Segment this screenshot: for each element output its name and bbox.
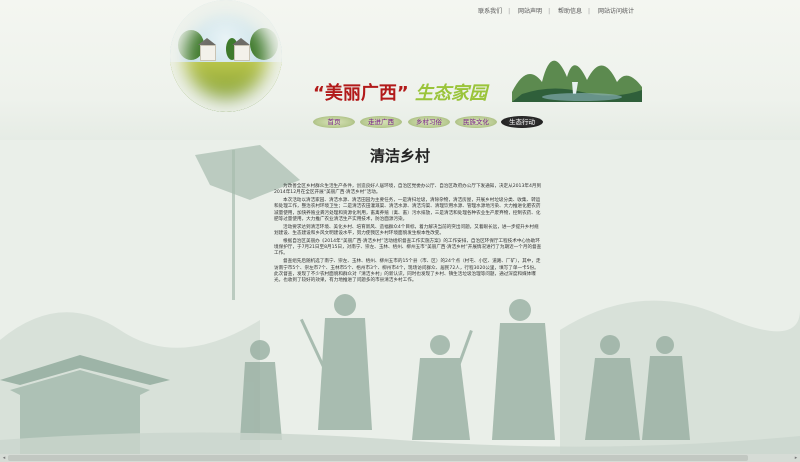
article-paragraph: 活动要求达到清洁环境、美化乡村、培育新风、造福群众4个目标，着力解决当前的突出问… bbox=[274, 224, 539, 237]
article-paragraph: 根据自治区美丽办《2014年“美丽广西·清洁乡村”活动组织督查工作实施方案》的工… bbox=[274, 238, 542, 257]
nav-item-guangxi[interactable]: 走进广西 bbox=[360, 116, 402, 128]
banner-title: “美丽广西” 生态家园 bbox=[313, 79, 487, 105]
site-stats-link[interactable]: 网站访问统计 bbox=[598, 8, 634, 15]
page-title: 清洁乡村 bbox=[369, 147, 430, 165]
article-paragraph: 本次活动以清洁家园、清洁水源、清洁田园为主要任务，一是清扫垃圾，清除杂物，清洁房… bbox=[274, 198, 541, 222]
help-info-link[interactable]: 帮助信息 bbox=[558, 8, 582, 15]
scroll-right-icon[interactable]: ▸ bbox=[792, 455, 800, 461]
contact-us-link[interactable]: 联系我们 bbox=[478, 8, 502, 15]
banner-title-quoted: “美丽广西” bbox=[313, 83, 409, 104]
article-paragraph: 督查组先后随机选了南宁、崇左、玉林、梧州、柳州五市的15个县（市、区）的24个点… bbox=[274, 259, 541, 284]
article-body: 为改善全区乡村群众生活生产条件，创造良好人居环境，自治区党委办公厅、自治区政府办… bbox=[274, 184, 542, 286]
scroll-left-icon[interactable]: ◂ bbox=[0, 455, 8, 461]
site-statement-link[interactable]: 网站声明 bbox=[518, 8, 542, 15]
nav-item-home[interactable]: 首页 bbox=[313, 116, 355, 128]
nav-item-customs[interactable]: 乡村习俗 bbox=[408, 116, 450, 128]
top-links-bar: 联系我们 | 网站声明 | 帮助信息 | 网站访问统计 bbox=[478, 8, 634, 15]
flagpole-shape bbox=[232, 150, 235, 300]
banner-title-green: 生态家园 bbox=[414, 83, 487, 104]
scrollbar-thumb[interactable] bbox=[8, 455, 748, 461]
nav-item-culture[interactable]: 民族文化 bbox=[455, 116, 497, 128]
village-photo bbox=[170, 0, 282, 112]
nav-item-eco-action[interactable]: 生态行动 bbox=[501, 116, 543, 128]
article-paragraph: 为改善全区乡村群众生活生产条件，创造良好人居环境，自治区党委办公厅、自治区政府办… bbox=[274, 184, 542, 196]
karst-landscape bbox=[512, 60, 642, 102]
page: 联系我们 | 网站声明 | 帮助信息 | 网站访问统计 “美丽广西” 生态家园 首页 … bbox=[0, 0, 800, 462]
